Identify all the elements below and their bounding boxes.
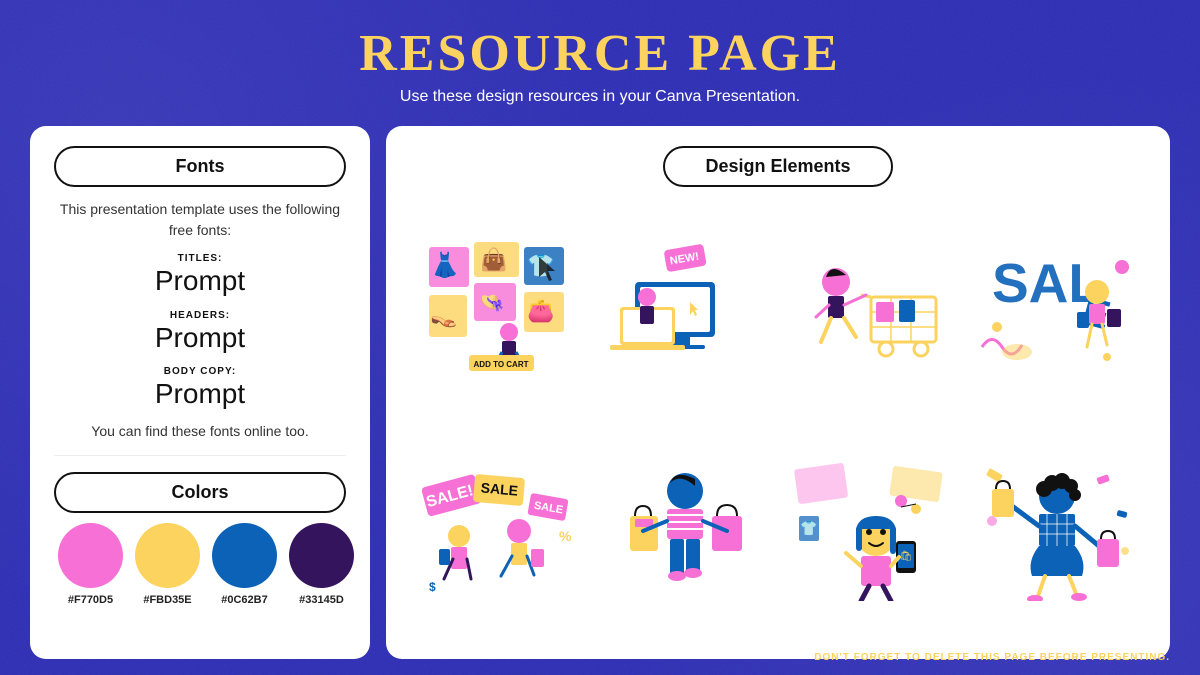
color-hex-purple: #33145D — [299, 594, 344, 606]
illustration-4: SAL E — [968, 199, 1146, 415]
illustrations-grid: 👗 👜 👕 👡 👒 👛 — [410, 199, 1146, 639]
color-hex-pink: #F770D5 — [68, 594, 113, 606]
right-panel: Design Elements 👗 👜 — [386, 126, 1170, 659]
page-wrapper: RESOURCE PAGE Use these design resources… — [0, 0, 1200, 675]
color-circle-blue — [212, 523, 277, 588]
main-content: Fonts This presentation template uses th… — [30, 126, 1170, 659]
svg-text:👡: 👡 — [430, 303, 457, 329]
illustration-6 — [596, 423, 774, 639]
illustration-5: SALE! SALE SALE — [410, 423, 588, 639]
page-subtitle: Use these design resources in your Canva… — [400, 88, 800, 106]
divider — [54, 455, 346, 456]
font-label-titles: TITLES: — [54, 253, 346, 264]
design-elements-header-wrap: Design Elements — [410, 146, 1146, 187]
page-title: RESOURCE PAGE — [359, 28, 841, 80]
colors-header: Colors — [54, 472, 346, 513]
illustration-7: 👕 — [782, 423, 960, 639]
font-sample-headers: Prompt — [54, 321, 346, 355]
color-circle-yellow — [135, 523, 200, 588]
svg-text:👒: 👒 — [480, 292, 505, 314]
color-item-pink: #F770D5 — [58, 523, 123, 606]
svg-text:👛: 👛 — [527, 298, 554, 323]
design-elements-header: Design Elements — [663, 146, 892, 187]
fonts-note: You can find these fonts online too. — [54, 423, 346, 439]
fonts-header: Fonts — [54, 146, 346, 187]
font-entry-titles: TITLES: Prompt — [54, 253, 346, 298]
color-hex-yellow: #FBD35E — [143, 594, 191, 606]
footer-note: DON'T FORGET TO DELETE THIS PAGE BEFORE … — [814, 652, 1170, 663]
fonts-description: This presentation template uses the foll… — [54, 199, 346, 241]
color-item-yellow: #FBD35E — [135, 523, 200, 606]
svg-text:ADD TO CART: ADD TO CART — [474, 360, 529, 369]
font-label-headers: HEADERS: — [54, 310, 346, 321]
color-item-blue: #0C62B7 — [212, 523, 277, 606]
colors-section: Colors #F770D5 #FBD35E #0C62B7 — [54, 472, 346, 606]
illustration-1: 👗 👜 👕 👡 👒 👛 — [410, 199, 588, 415]
svg-text:SALE: SALE — [480, 479, 519, 498]
illustration-3 — [782, 199, 960, 415]
font-label-body: BODY COPY: — [54, 366, 346, 377]
svg-text:%: % — [559, 528, 572, 544]
svg-text:$: $ — [429, 580, 436, 594]
color-swatches: #F770D5 #FBD35E #0C62B7 #33145D — [54, 523, 346, 606]
color-hex-blue: #0C62B7 — [221, 594, 267, 606]
color-item-purple: #33145D — [289, 523, 354, 606]
font-sample-titles: Prompt — [54, 264, 346, 298]
font-entry-headers: HEADERS: Prompt — [54, 310, 346, 355]
svg-text:🛍: 🛍 — [900, 550, 913, 562]
svg-text:👕: 👕 — [800, 520, 817, 536]
font-sample-body: Prompt — [54, 377, 346, 411]
color-circle-purple — [289, 523, 354, 588]
font-entry-body: BODY COPY: Prompt — [54, 366, 346, 411]
svg-text:👜: 👜 — [480, 247, 507, 272]
left-panel: Fonts This presentation template uses th… — [30, 126, 370, 659]
illustration-2: NEW! — [596, 199, 774, 415]
svg-text:👗: 👗 — [430, 251, 460, 279]
illustration-8 — [968, 423, 1146, 639]
color-circle-pink — [58, 523, 123, 588]
